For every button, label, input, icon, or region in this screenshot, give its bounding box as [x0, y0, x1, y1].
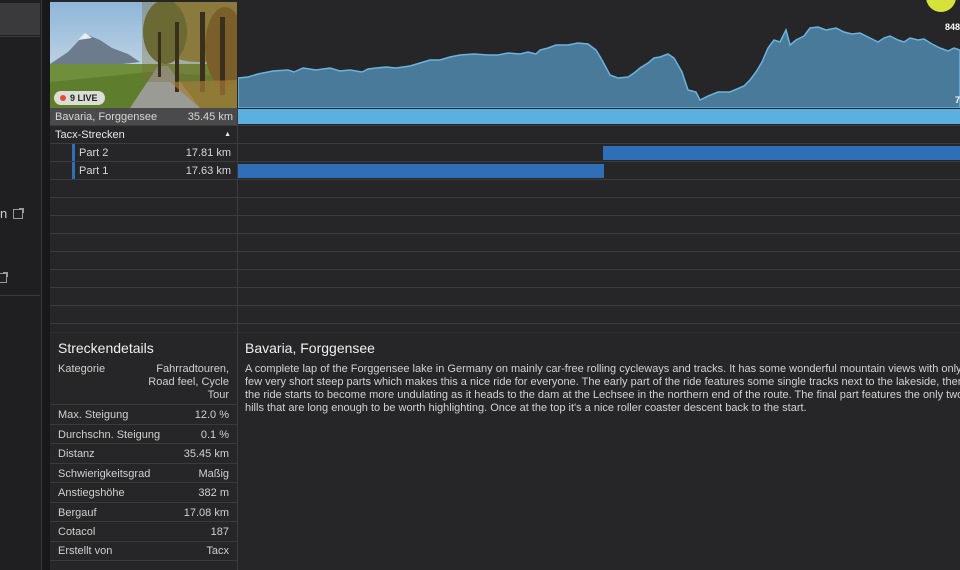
elevation-profile[interactable]: 848 7	[237, 0, 960, 109]
divider	[50, 424, 237, 425]
elevation-min-label: 7	[954, 95, 960, 105]
elevation-max-label: 848	[944, 22, 960, 32]
route-name: Bavaria, Forggensee	[55, 110, 158, 123]
collapse-toggle-icon[interactable]: ▲	[224, 131, 231, 138]
detail-key: Distanz	[58, 448, 95, 460]
detail-value: Tacx	[206, 545, 229, 557]
segment-name: Part 1	[79, 164, 109, 177]
detail-key: Cotacol	[58, 526, 96, 538]
divider	[50, 332, 960, 333]
divider	[50, 233, 960, 234]
divider	[50, 404, 237, 405]
segment-label: Part 1 17.63 km	[72, 162, 237, 179]
detail-key: Kategorie	[58, 363, 106, 375]
live-count: 9 LIVE	[70, 93, 98, 103]
details-title: Streckendetails	[58, 340, 154, 356]
divider	[50, 502, 237, 503]
external-link-icon[interactable]	[0, 272, 8, 283]
segment-name: Part 2	[79, 146, 109, 159]
detail-value: 12.0 %	[194, 409, 229, 421]
divider	[50, 521, 237, 522]
left-panel-selected-item[interactable]	[0, 3, 40, 35]
divider	[50, 560, 237, 561]
elevation-chart	[237, 26, 960, 109]
panel-gap	[42, 0, 50, 570]
left-panel-text-fragment[interactable]: n	[0, 206, 7, 221]
left-panel: n	[0, 0, 42, 570]
description-text: A complete lap of the Forggensee lake in…	[245, 363, 960, 414]
divider	[50, 463, 237, 464]
segment-bar[interactable]	[603, 146, 960, 160]
segments-title: Tacx-Strecken	[55, 128, 125, 141]
detail-value: 187	[210, 526, 229, 538]
divider	[50, 541, 237, 542]
detail-key: Erstellt von	[58, 545, 113, 557]
route-detail-panel: 9 LIVE 848 7 Bavaria, Forggensee 35.45 k…	[50, 0, 960, 570]
divider	[50, 179, 960, 180]
detail-value: Fahrradtouren, Road feel, Cycle Tour	[148, 363, 229, 401]
segment-distance: 17.81 km	[185, 146, 231, 159]
route-thumbnail[interactable]: 9 LIVE	[50, 2, 237, 108]
detail-value: 17.08 km	[183, 507, 229, 519]
detail-value: 382 m	[198, 487, 229, 499]
divider	[50, 482, 237, 483]
divider	[50, 197, 960, 198]
detail-value: 35.45 km	[183, 448, 229, 460]
divider	[50, 443, 237, 444]
description-title: Bavaria, Forggensee	[245, 340, 375, 356]
route-label: Bavaria, Forggensee 35.45 km	[50, 108, 237, 125]
detail-key: Max. Steigung	[58, 409, 129, 421]
external-link-icon[interactable]	[13, 208, 24, 219]
detail-row-category: Kategorie Fahrradtouren, Road feel, Cycl…	[58, 363, 229, 403]
segment-row[interactable]: Part 1 17.63 km	[50, 162, 960, 179]
live-dot-icon	[60, 95, 66, 101]
divider	[50, 287, 960, 288]
detail-key: Anstiegshöhe	[58, 487, 125, 499]
segment-label: Part 2 17.81 km	[72, 144, 237, 161]
segments-header-label: Tacx-Strecken ▲	[50, 126, 237, 143]
divider	[50, 215, 960, 216]
divider	[50, 251, 960, 252]
route-row[interactable]: Bavaria, Forggensee 35.45 km	[50, 108, 960, 125]
divider	[50, 269, 960, 270]
segment-distance: 17.63 km	[185, 164, 231, 177]
divider	[0, 36, 40, 37]
detail-value: Maßig	[198, 468, 229, 480]
route-bar[interactable]	[238, 109, 960, 124]
segments-header[interactable]: Tacx-Strecken ▲	[50, 126, 960, 143]
detail-value: 0.1 %	[200, 429, 229, 441]
segment-row[interactable]: Part 2 17.81 km	[50, 144, 960, 161]
detail-key: Bergauf	[58, 507, 97, 519]
divider	[0, 295, 40, 296]
elevation-area	[237, 26, 960, 109]
divider	[50, 305, 960, 306]
detail-key: Schwierigkeitsgrad	[58, 468, 151, 480]
live-badge: 9 LIVE	[54, 91, 105, 105]
divider	[50, 323, 960, 324]
segment-bar[interactable]	[238, 164, 604, 178]
route-distance: 35.45 km	[187, 110, 233, 123]
